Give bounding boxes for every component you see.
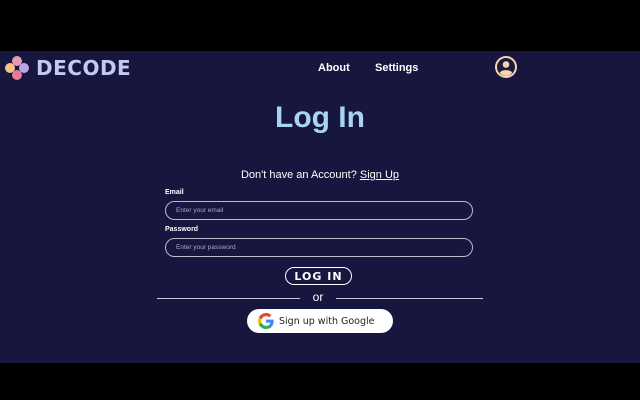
app-window: DECODE About Settings Log In Don't have … [0,51,640,363]
email-label: Email [165,189,184,196]
password-input[interactable] [165,238,473,257]
user-avatar-button[interactable] [495,56,517,78]
divider-line-right [336,298,483,299]
google-signup-button[interactable]: Sign up with Google [247,309,393,333]
nav-settings-link[interactable]: Settings [375,62,418,74]
signup-prompt-text: Don't have an Account? [240,169,360,181]
signup-link[interactable]: Sign Up [360,169,399,181]
letterbox-top [0,0,640,51]
divider-or-text: or [312,290,324,304]
user-circle-icon [497,58,515,76]
logo-dots-icon [4,55,30,81]
logo[interactable]: DECODE [4,55,131,81]
nav-about-link[interactable]: About [318,62,350,74]
logo-text: DECODE [36,56,132,80]
divider-line-left [157,298,300,299]
page-title: Log In [275,101,365,134]
password-label: Password [165,226,199,233]
signup-prompt: Don't have an Account? Sign Up [0,169,640,181]
google-logo-icon [258,313,274,329]
email-input[interactable] [165,201,473,220]
google-signup-label: Sign up with Google [279,315,375,327]
login-button[interactable]: LOG IN [285,267,352,285]
letterbox-bottom [0,363,640,400]
